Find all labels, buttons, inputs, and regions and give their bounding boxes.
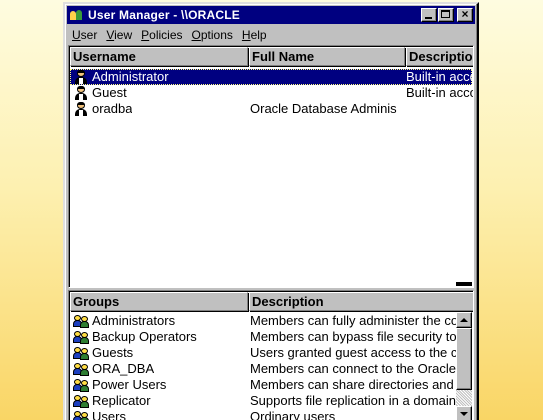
menu-help[interactable]: Help xyxy=(237,28,271,42)
group-icon xyxy=(72,329,90,345)
group-row[interactable]: Replicator Supports file replication in … xyxy=(70,393,456,409)
column-header-full-name[interactable]: Full Name xyxy=(249,47,405,66)
group-description: Members can bypass file security to xyxy=(250,329,457,344)
group-name: Replicator xyxy=(92,393,151,408)
group-description: Users granted guest access to the c xyxy=(250,345,458,360)
menu-bar: User View Policies Options Help xyxy=(67,25,475,44)
user-manager-window: User Manager - \\ORACLE × User View Poli… xyxy=(63,2,479,420)
minimize-icon xyxy=(425,17,432,19)
group-icon xyxy=(72,409,90,420)
arrow-up-icon xyxy=(460,318,468,322)
scroll-up-button[interactable] xyxy=(456,312,472,328)
group-row[interactable]: Users Ordinary users xyxy=(70,409,454,420)
column-header-description[interactable]: Descriptio xyxy=(406,47,473,66)
group-name: Backup Operators xyxy=(92,329,197,344)
column-header-group-description[interactable]: Description xyxy=(249,292,473,311)
menu-options[interactable]: Options xyxy=(187,28,237,42)
window-title: User Manager - \\ORACLE xyxy=(88,8,240,22)
menu-user[interactable]: User xyxy=(67,28,101,42)
group-name: Guests xyxy=(92,345,134,360)
description: Built-in acco xyxy=(406,69,474,84)
group-row[interactable]: ORA_DBA Members can connect to the Oracl… xyxy=(70,361,456,377)
guest-user-icon xyxy=(74,86,88,100)
group-row[interactable]: Backup Operators Members can bypass file… xyxy=(70,329,457,345)
title-bar[interactable]: User Manager - \\ORACLE × xyxy=(67,6,475,24)
groups-list[interactable]: Groups Description Administrators Member… xyxy=(68,290,474,420)
group-row[interactable]: Administrators Members can fully adminis… xyxy=(70,313,458,329)
user-manager-app-icon[interactable] xyxy=(69,8,85,22)
groups-vertical-scrollbar[interactable] xyxy=(456,312,472,420)
users-list[interactable]: Username Full Name Descriptio Administra… xyxy=(68,45,474,288)
username: oradba xyxy=(92,101,133,116)
group-icon xyxy=(72,345,90,361)
group-row[interactable]: Power Users Members can share directorie… xyxy=(70,377,454,393)
username: Guest xyxy=(92,85,127,100)
group-name: Users xyxy=(92,409,126,420)
group-description: Members can share directories and xyxy=(250,377,454,392)
admin-user-icon xyxy=(74,70,88,84)
user-row-oradba[interactable]: oradba Oracle Database Adminis xyxy=(70,101,472,117)
scroll-down-button[interactable] xyxy=(456,406,472,420)
group-description: Ordinary users xyxy=(250,409,336,420)
user-icon xyxy=(74,102,88,116)
column-header-username[interactable]: Username xyxy=(70,47,248,66)
group-icon xyxy=(72,393,90,409)
close-icon: × xyxy=(461,7,469,21)
maximize-button[interactable] xyxy=(438,8,454,22)
splitter-handle[interactable] xyxy=(456,282,472,286)
menu-view[interactable]: View xyxy=(101,28,136,42)
close-button[interactable]: × xyxy=(457,7,473,22)
group-description: Members can connect to the Oracle xyxy=(250,361,456,376)
username: Administrator xyxy=(92,69,169,84)
description: Built-in acco xyxy=(406,85,474,100)
scroll-thumb[interactable] xyxy=(456,328,472,390)
group-name: Administrators xyxy=(92,313,176,328)
group-row[interactable]: Guests Users granted guest access to the… xyxy=(70,345,457,361)
menu-policies[interactable]: Policies xyxy=(136,28,186,42)
group-icon xyxy=(72,377,90,393)
group-icon xyxy=(72,313,90,329)
column-header-groups[interactable]: Groups xyxy=(70,292,248,311)
full-name: Oracle Database Adminis xyxy=(250,101,397,116)
group-description: Supports file replication in a domain xyxy=(250,393,456,408)
group-description: Members can fully administer the co xyxy=(250,313,459,328)
group-icon xyxy=(72,361,90,377)
user-row-administrator[interactable]: Administrator Built-in acco xyxy=(70,69,474,85)
maximize-icon xyxy=(441,10,450,18)
minimize-button[interactable] xyxy=(421,8,437,22)
arrow-down-icon xyxy=(460,412,468,416)
group-name: Power Users xyxy=(92,377,167,392)
group-name: ORA_DBA xyxy=(92,361,155,376)
user-row-guest[interactable]: Guest Built-in acco xyxy=(70,85,474,101)
